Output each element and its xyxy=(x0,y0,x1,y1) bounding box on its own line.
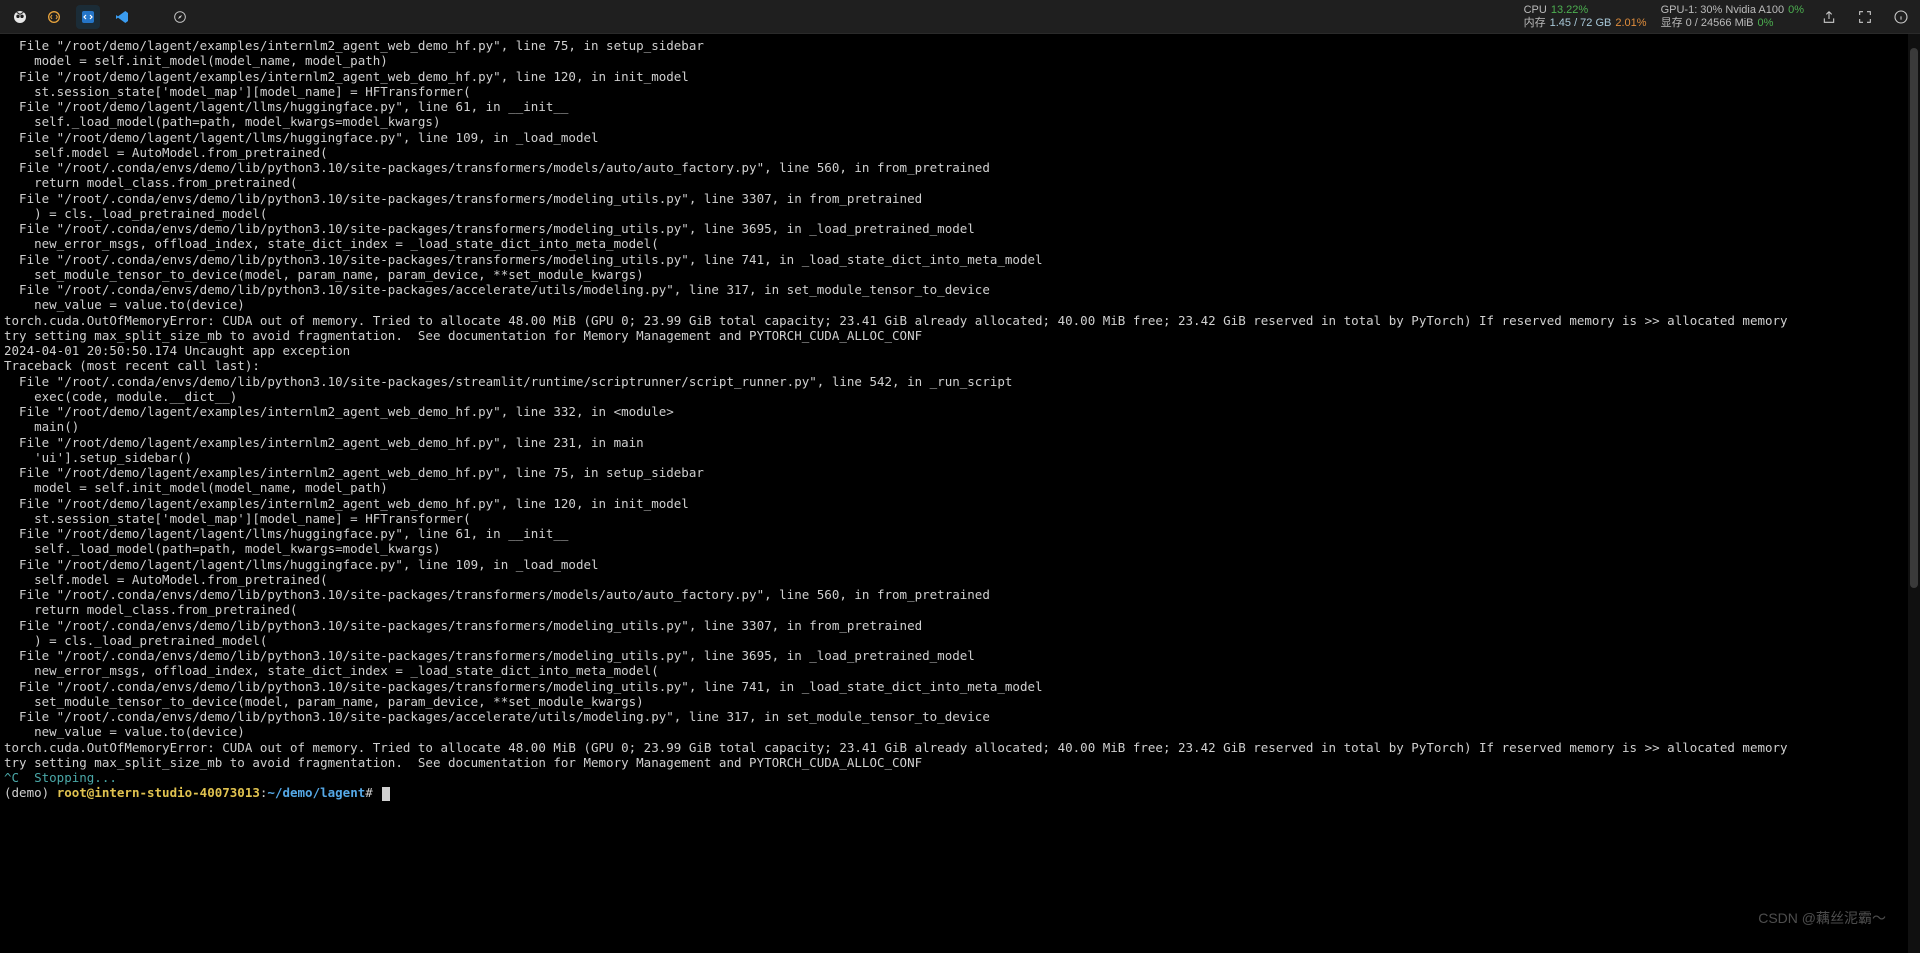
stopping-line: ^C Stopping... xyxy=(4,770,1906,785)
vscode-icon[interactable] xyxy=(110,5,134,29)
terminal-line: File "/root/.conda/envs/demo/lib/python3… xyxy=(4,160,1906,175)
terminal-line: st.session_state['model_map'][model_name… xyxy=(4,511,1906,526)
terminal-line: new_value = value.to(device) xyxy=(4,297,1906,312)
terminal-line: File "/root/.conda/envs/demo/lib/python3… xyxy=(4,252,1906,267)
terminal-line: try setting max_split_size_mb to avoid f… xyxy=(4,328,1906,343)
terminal-line: File "/root/.conda/envs/demo/lib/python3… xyxy=(4,282,1906,297)
terminal-line: new_value = value.to(device) xyxy=(4,724,1906,739)
terminal-line: File "/root/demo/lagent/lagent/llms/hugg… xyxy=(4,130,1906,145)
terminal-line: self._load_model(path=path, model_kwargs… xyxy=(4,541,1906,556)
terminal-line: return model_class.from_pretrained( xyxy=(4,175,1906,190)
owl-icon[interactable] xyxy=(8,5,32,29)
terminal-line: File "/root/demo/lagent/lagent/llms/hugg… xyxy=(4,526,1906,541)
cpu-label: CPU xyxy=(1524,4,1547,16)
terminal-line: File "/root/demo/lagent/lagent/llms/hugg… xyxy=(4,557,1906,572)
terminal-line: File "/root/.conda/envs/demo/lib/python3… xyxy=(4,618,1906,633)
terminal-line: File "/root/demo/lagent/examples/internl… xyxy=(4,404,1906,419)
mem-label: 内存 xyxy=(1524,17,1546,29)
terminal-line: set_module_tensor_to_device(model, param… xyxy=(4,267,1906,282)
terminal-line: File "/root/demo/lagent/lagent/llms/hugg… xyxy=(4,99,1906,114)
terminal-line: 2024-04-01 20:50:50.174 Uncaught app exc… xyxy=(4,343,1906,358)
terminal-line: Traceback (most recent call last): xyxy=(4,358,1906,373)
terminal-line: new_error_msgs, offload_index, state_dic… xyxy=(4,663,1906,678)
vram-label: 显存 0 / 24566 MiB xyxy=(1661,17,1754,29)
mem-used: 1.45 / 72 GB xyxy=(1550,17,1612,29)
terminal-line: torch.cuda.OutOfMemoryError: CUDA out of… xyxy=(4,313,1906,328)
terminal-output[interactable]: File "/root/demo/lagent/examples/internl… xyxy=(0,34,1906,953)
terminal-line: self._load_model(path=path, model_kwargs… xyxy=(4,114,1906,129)
terminal-line: set_module_tensor_to_device(model, param… xyxy=(4,694,1906,709)
terminal-line: File "/root/.conda/envs/demo/lib/python3… xyxy=(4,191,1906,206)
terminal-line: st.session_state['model_map'][model_name… xyxy=(4,84,1906,99)
terminal-line: File "/root/.conda/envs/demo/lib/python3… xyxy=(4,679,1906,694)
terminal-line: main() xyxy=(4,419,1906,434)
terminal-line: model = self.init_model(model_name, mode… xyxy=(4,480,1906,495)
brackets-icon[interactable] xyxy=(42,5,66,29)
terminal-line: torch.cuda.OutOfMemoryError: CUDA out of… xyxy=(4,740,1906,755)
terminal-line: File "/root/demo/lagent/examples/internl… xyxy=(4,496,1906,511)
gpu-pct: 0% xyxy=(1788,4,1804,16)
terminal-line: return model_class.from_pretrained( xyxy=(4,602,1906,617)
terminal-line: self.model = AutoModel.from_pretrained( xyxy=(4,572,1906,587)
cpu-stat: CPU 13.22% 内存 1.45 / 72 GB 2.01% xyxy=(1524,4,1647,28)
expand-icon[interactable] xyxy=(1854,6,1876,28)
terminal-line: model = self.init_model(model_name, mode… xyxy=(4,53,1906,68)
titlebar: CPU 13.22% 内存 1.45 / 72 GB 2.01% GPU-1: … xyxy=(0,0,1920,34)
titlebar-left xyxy=(8,5,192,29)
terminal-line: 'ui'].setup_sidebar() xyxy=(4,450,1906,465)
terminal-line: File "/root/.conda/envs/demo/lib/python3… xyxy=(4,587,1906,602)
terminal-line: try setting max_split_size_mb to avoid f… xyxy=(4,755,1906,770)
gpu-label: GPU-1: 30% Nvidia A100 xyxy=(1661,4,1785,16)
terminal-line: File "/root/demo/lagent/examples/internl… xyxy=(4,435,1906,450)
scrollbar[interactable] xyxy=(1908,34,1920,953)
cursor xyxy=(382,787,390,801)
mem-pct: 2.01% xyxy=(1615,17,1646,29)
prompt-path: ~/demo/lagent xyxy=(267,785,365,800)
code-icon[interactable] xyxy=(76,5,100,29)
terminal-line: File "/root/.conda/envs/demo/lib/python3… xyxy=(4,648,1906,663)
terminal-line: self.model = AutoModel.from_pretrained( xyxy=(4,145,1906,160)
prompt-line[interactable]: (demo) root@intern-studio-40073013:~/dem… xyxy=(4,785,1906,801)
terminal-line: File "/root/demo/lagent/examples/internl… xyxy=(4,465,1906,480)
gpu-stat: GPU-1: 30% Nvidia A100 0% 显存 0 / 24566 M… xyxy=(1661,4,1804,28)
terminal-line: exec(code, module.__dict__) xyxy=(4,389,1906,404)
vram-pct: 0% xyxy=(1758,17,1774,29)
prompt-userhost: root@intern-studio-40073013 xyxy=(57,785,260,800)
compass-icon[interactable] xyxy=(168,5,192,29)
info-icon[interactable] xyxy=(1890,6,1912,28)
terminal-line: File "/root/demo/lagent/examples/internl… xyxy=(4,69,1906,84)
titlebar-right: CPU 13.22% 内存 1.45 / 72 GB 2.01% GPU-1: … xyxy=(1524,4,1912,28)
terminal-line: ) = cls._load_pretrained_model( xyxy=(4,633,1906,648)
terminal-line: File "/root/.conda/envs/demo/lib/python3… xyxy=(4,374,1906,389)
terminal-line: new_error_msgs, offload_index, state_dic… xyxy=(4,236,1906,251)
prompt-hash: # xyxy=(365,785,380,800)
terminal-line: File "/root/.conda/envs/demo/lib/python3… xyxy=(4,221,1906,236)
cpu-pct: 13.22% xyxy=(1551,4,1588,16)
prompt-env: (demo) xyxy=(4,785,57,800)
terminal-line: File "/root/demo/lagent/examples/internl… xyxy=(4,38,1906,53)
terminal-line: File "/root/.conda/envs/demo/lib/python3… xyxy=(4,709,1906,724)
share-icon[interactable] xyxy=(1818,6,1840,28)
terminal-line: ) = cls._load_pretrained_model( xyxy=(4,206,1906,221)
resource-stats: CPU 13.22% 内存 1.45 / 72 GB 2.01% GPU-1: … xyxy=(1524,4,1804,28)
scrollbar-thumb[interactable] xyxy=(1910,48,1918,588)
